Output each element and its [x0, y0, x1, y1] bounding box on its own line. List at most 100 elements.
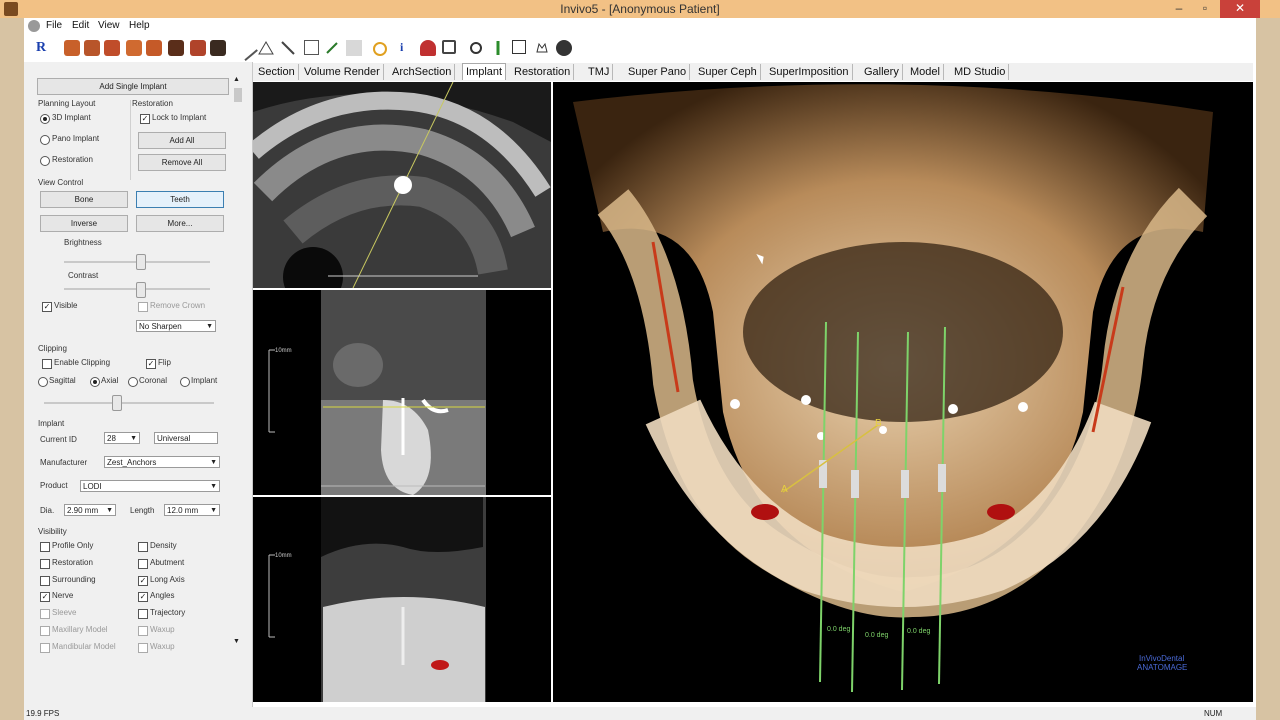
pen-icon[interactable] [234, 36, 258, 62]
tab-section[interactable]: Section [255, 64, 299, 80]
triangle-measure-icon[interactable] [258, 40, 274, 56]
tab-volume-render[interactable]: Volume Render [301, 64, 384, 80]
radio-axial[interactable] [90, 377, 100, 387]
vis-left-checkbox-5[interactable] [40, 626, 50, 636]
hand-icon[interactable] [372, 40, 388, 56]
minimize-button[interactable]: – [1166, 0, 1192, 18]
radio-restoration[interactable] [40, 156, 50, 166]
radio-coronal[interactable] [128, 377, 138, 387]
vis-right-checkbox-3[interactable]: ✓ [138, 592, 148, 603]
vis-left-checkbox-2[interactable] [40, 575, 50, 586]
volume-render-view[interactable]: B A 0.0 deg 0.0 deg 0.0 deg InVivoDental… [553, 82, 1253, 702]
current-id-name-field[interactable]: Universal [154, 432, 218, 444]
tab-model[interactable]: Model [907, 64, 944, 80]
nerve-icon[interactable] [420, 40, 436, 56]
skull-right-icon[interactable] [146, 40, 162, 56]
reset-icon[interactable]: R [36, 40, 52, 56]
close-button[interactable]: ✕ [1220, 0, 1260, 18]
sharpen-select[interactable]: No Sharpen ▼ [136, 320, 216, 332]
scroll-up-icon[interactable]: ▲ [233, 76, 240, 83]
skull-back-icon[interactable] [104, 40, 120, 56]
current-id-select[interactable]: 28 ▼ [104, 432, 140, 444]
menu-view[interactable]: View [98, 20, 120, 31]
divider [130, 100, 131, 180]
skull-front-icon[interactable] [64, 40, 80, 56]
lock-icon[interactable] [442, 40, 456, 54]
edit-icon[interactable] [324, 40, 340, 56]
radio-pano-implant[interactable] [40, 135, 50, 145]
vis-left-checkbox-1[interactable] [40, 558, 50, 569]
crown-icon[interactable] [534, 40, 550, 56]
current-id-value: 28 [107, 434, 116, 443]
radio-sagittal[interactable] [38, 377, 48, 387]
vis-left-checkbox-3[interactable]: ✓ [40, 592, 50, 603]
info-icon[interactable]: i [400, 40, 416, 56]
maximize-button[interactable]: ▫ [1192, 0, 1218, 18]
dia-select[interactable]: 2.90 mm ▼ [64, 504, 116, 516]
vis-right-checkbox-0[interactable] [138, 542, 148, 552]
bone-button[interactable]: Bone [40, 191, 128, 208]
vis-right-checkbox-4[interactable] [138, 609, 148, 620]
current-id-name-value: Universal [157, 434, 191, 443]
rotate-icon[interactable] [468, 40, 484, 56]
tab-restoration[interactable]: Restoration [511, 64, 575, 80]
brightness-slider[interactable] [136, 254, 146, 270]
annotation-icon[interactable] [304, 40, 319, 55]
inverse-button[interactable]: Inverse [40, 215, 128, 232]
product-select[interactable]: LODI ▼ [80, 480, 220, 492]
skull-top-icon[interactable] [168, 40, 184, 56]
tab-tmj[interactable]: TMJ [585, 64, 614, 80]
tab-archsection[interactable]: ArchSection [389, 64, 456, 80]
length-select[interactable]: 12.0 mm ▼ [164, 504, 220, 516]
skull-bottom-icon[interactable] [190, 40, 206, 56]
scroll-down-icon[interactable]: ▼ [233, 638, 240, 645]
clipping-slider[interactable] [112, 395, 122, 411]
vis-right-checkbox-2[interactable]: ✓ [138, 575, 148, 586]
menu-help[interactable]: Help [129, 20, 150, 31]
watermark-invivodental: InVivoDental [1139, 654, 1185, 663]
tab-superimposition[interactable]: SuperImposition [766, 64, 853, 80]
vis-left-checkbox-0[interactable] [40, 542, 50, 552]
grid-icon[interactable] [346, 40, 362, 56]
skull-side-icon[interactable] [84, 40, 100, 56]
menu-edit[interactable]: Edit [72, 20, 89, 31]
radio-3d-implant[interactable] [40, 114, 50, 124]
radio-implant[interactable] [180, 377, 190, 387]
teeth-button[interactable]: Teeth [136, 191, 224, 208]
cross-section-view-1[interactable]: 10mm [253, 290, 551, 495]
manufacturer-select[interactable]: Zest_Anchors ▼ [104, 456, 220, 468]
vis-right-checkbox-6[interactable] [138, 642, 148, 653]
tab-md-studio[interactable]: MD Studio [951, 64, 1010, 80]
lock-to-implant-checkbox[interactable]: ✓ [140, 114, 150, 124]
flip-checkbox[interactable]: ✓ [146, 359, 156, 369]
remove-crown-checkbox[interactable] [138, 302, 148, 312]
tab-super-pano[interactable]: Super Pano [625, 64, 691, 80]
vis-right-checkbox-5[interactable] [138, 626, 148, 636]
tab-super-ceph[interactable]: Super Ceph [695, 64, 761, 80]
skull-left-icon[interactable] [126, 40, 142, 56]
implant-icon[interactable] [490, 40, 506, 56]
vis-left-checkbox-4[interactable] [40, 609, 50, 620]
tab-gallery[interactable]: Gallery [861, 64, 903, 80]
model-icon[interactable] [512, 40, 526, 54]
panel-scrollbar[interactable]: ▲ ▼ [233, 76, 243, 648]
vis-left-checkbox-6[interactable] [40, 642, 50, 653]
add-single-implant-button[interactable]: Add Single Implant [37, 78, 229, 95]
contrast-slider[interactable] [136, 282, 146, 298]
scrollbar-thumb[interactable] [234, 88, 242, 102]
menu-file[interactable]: File [46, 20, 62, 31]
tab-implant[interactable]: Implant [462, 63, 507, 80]
skull-dark-icon[interactable] [210, 40, 226, 56]
visible-checkbox[interactable]: ✓ [42, 302, 52, 312]
enable-clipping-checkbox[interactable] [42, 359, 52, 369]
remove-all-button[interactable]: Remove All [138, 154, 226, 171]
vis-right-checkbox-1[interactable] [138, 558, 148, 569]
more-button[interactable]: More... [136, 215, 224, 232]
add-all-button[interactable]: Add All [138, 132, 226, 149]
axial-slice-view[interactable] [253, 82, 551, 288]
ruler-icon[interactable] [280, 40, 296, 56]
cross-section-view-2[interactable]: 10mm [253, 497, 551, 702]
camera-icon[interactable] [556, 40, 572, 56]
dia-label: Dia. [40, 506, 55, 515]
vis-left-label-2: Surrounding [52, 574, 96, 584]
